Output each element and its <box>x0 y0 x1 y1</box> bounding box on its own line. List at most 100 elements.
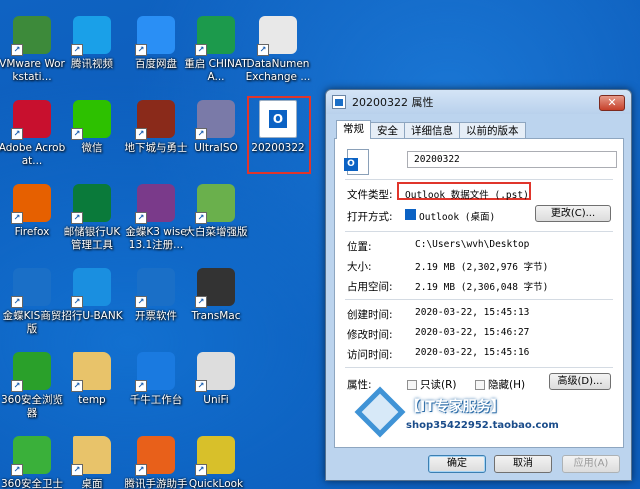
divider <box>345 299 613 300</box>
shortcut-arrow-icon: ↗ <box>71 128 83 140</box>
hidden-checkbox[interactable]: 隐藏(H) <box>475 377 525 392</box>
desktop-icon[interactable]: ↗ 千牛工作台 <box>122 352 190 407</box>
tab-general[interactable]: 常规 <box>336 120 371 139</box>
shortcut-arrow-icon: ↗ <box>71 464 83 476</box>
advanced-button[interactable]: 高级(D)... <box>549 373 611 390</box>
tab-details[interactable]: 详细信息 <box>404 122 460 138</box>
checkbox-box[interactable] <box>475 380 485 390</box>
open-with-value: Outlook (桌面) <box>419 212 496 223</box>
attributes-label: 属性: <box>347 379 372 391</box>
shortcut-arrow-icon: ↗ <box>135 464 147 476</box>
open-with-label: 打开方式: <box>347 211 393 223</box>
desktop-icon[interactable]: ↗ 邮储银行UK 管理工具 <box>58 184 126 252</box>
location-value: C:\Users\wvh\Desktop <box>415 239 530 250</box>
quicklook-icon: ↗ <box>195 436 235 476</box>
desktop-icon[interactable]: ↗ 金蝶K3 wise 13.1注册... <box>122 184 190 252</box>
divider <box>345 231 613 232</box>
desktop-icon[interactable]: ↗ 金蝶KIS商贸 版 <box>0 268 66 336</box>
location-label: 位置: <box>347 241 372 253</box>
desktop-icon[interactable]: ↗ temp <box>58 352 126 407</box>
shortcut-arrow-icon: ↗ <box>195 128 207 140</box>
folder-icon: ↗ <box>71 352 111 392</box>
cancel-button[interactable]: 取消 <box>494 455 552 473</box>
360-safe-icon: ↗ <box>11 436 51 476</box>
divider <box>345 179 613 180</box>
created-value: 2020-03-22, 15:45:13 <box>415 307 530 318</box>
ok-button[interactable]: 确定 <box>428 455 486 473</box>
desktop-icon[interactable]: ↗ 360安全卫士 <box>0 436 66 489</box>
desktop-icon[interactable]: ↗ QuickLook <box>182 436 250 489</box>
desktop-icon[interactable]: ↗ 开票软件 <box>122 268 190 323</box>
desktop-icon-label: 邮储银行UK 管理工具 <box>63 226 121 251</box>
shortcut-arrow-icon: ↗ <box>11 464 23 476</box>
desktop-icon-label: 百度网盘 <box>135 58 177 70</box>
qianniu-icon: ↗ <box>135 352 175 392</box>
desktop-icon-label: 360安全浏览 器 <box>0 394 64 419</box>
datanumen-icon: ↗ <box>257 16 297 56</box>
file-icon <box>332 95 346 109</box>
desktop-icon[interactable]: ↗ 百度网盘 <box>122 16 190 71</box>
tab-previous-versions[interactable]: 以前的版本 <box>459 122 526 138</box>
file-type-value: Outlook 数据文件 (.pst) <box>405 190 529 201</box>
desktop-icon[interactable]: ↗ VMware Workstati... <box>0 16 66 84</box>
dialog-title: 20200322 属性 <box>352 96 434 109</box>
tab-security[interactable]: 安全 <box>370 122 405 138</box>
invoice-icon: ↗ <box>135 268 175 308</box>
tab-bar: 常规 安全 详细信息 以前的版本 <box>336 120 526 139</box>
360-browser-icon: ↗ <box>11 352 51 392</box>
desktop-icon-label: 金蝶KIS商贸 版 <box>2 310 62 335</box>
modified-value: 2020-03-22, 15:46:27 <box>415 327 530 338</box>
desktop-icon[interactable]: ↗ 腾讯视频 <box>58 16 126 71</box>
desktop-icon-label: 开票软件 <box>135 310 177 322</box>
desktop-icon[interactable]: ↗ DataNumen Exchange ... <box>244 16 312 84</box>
accessed-label: 访问时间: <box>347 349 393 361</box>
close-button[interactable]: ✕ <box>599 95 625 111</box>
desktop-icon-label: VMware Workstati... <box>0 58 65 83</box>
shortcut-arrow-icon: ↗ <box>11 212 23 224</box>
desktop-icon-label: Adobe Acrobat... <box>0 142 66 167</box>
adobe-acrobat-icon: ↗ <box>11 100 51 140</box>
watermark-url: shop35422952.taobao.com <box>406 420 559 431</box>
desktop-icon[interactable]: ↗ UltraISO <box>182 100 250 155</box>
ultraiso-icon: ↗ <box>195 100 235 140</box>
divider <box>345 367 613 368</box>
shortcut-arrow-icon: ↗ <box>11 128 23 140</box>
desktop-icon[interactable]: ↗ 桌面 <box>58 436 126 489</box>
shortcut-arrow-icon: ↗ <box>195 296 207 308</box>
size-label: 大小: <box>347 261 372 273</box>
checkbox-box[interactable] <box>407 380 417 390</box>
desktop-icon[interactable]: ↗ Firefox <box>0 184 66 239</box>
desktop-icon-label: temp <box>78 394 106 406</box>
desktop-icon[interactable]: ↗ 腾讯手游助手 <box>122 436 190 489</box>
desktop-icon[interactable]: ↗ Adobe Acrobat... <box>0 100 66 168</box>
shortcut-arrow-icon: ↗ <box>11 380 23 392</box>
cabbage-icon: ↗ <box>195 184 235 224</box>
desktop-icon[interactable]: ↗ UniFi <box>182 352 250 407</box>
desktop-icon[interactable]: ↗ TransMac <box>182 268 250 323</box>
dialog-titlebar[interactable]: 20200322 属性 <box>326 90 631 114</box>
desktop-icon-label: UniFi <box>203 394 229 406</box>
created-label: 创建时间: <box>347 309 393 321</box>
desktop-icon-label: 大白菜增强版 <box>184 226 248 238</box>
winrar-icon: ↗ <box>135 184 175 224</box>
modified-label: 修改时间: <box>347 329 393 341</box>
desktop-icon[interactable]: ↗ 重启 CHINATA... <box>182 16 250 84</box>
desktop-icon-label: 千牛工作台 <box>129 394 183 406</box>
disk-size-label: 占用空间: <box>347 281 393 293</box>
desktop-icon[interactable]: ↗ 360安全浏览 器 <box>0 352 66 420</box>
shortcut-arrow-icon: ↗ <box>195 212 207 224</box>
kis-icon: ↗ <box>11 268 51 308</box>
desktop-icon[interactable]: ↗ 微信 <box>58 100 126 155</box>
desktop-icon[interactable]: ↗ 地下城与勇士 <box>122 100 190 155</box>
desktop-icon[interactable]: ↗ 招行U-BANK <box>58 268 126 323</box>
change-button[interactable]: 更改(C)... <box>535 205 611 222</box>
apply-button[interactable]: 应用(A) <box>562 455 620 473</box>
desktop-icon-label: 地下城与勇士 <box>124 142 188 154</box>
readonly-checkbox[interactable]: 只读(R) <box>407 377 457 392</box>
selected-file-highlight <box>247 96 311 174</box>
shortcut-arrow-icon: ↗ <box>11 296 23 308</box>
desktop-icon[interactable]: ↗ 大白菜增强版 <box>182 184 250 239</box>
filename-field[interactable]: 20200322 <box>407 151 617 168</box>
readonly-label: 只读(R) <box>420 379 457 391</box>
cmb-ubank-icon: ↗ <box>71 268 111 308</box>
